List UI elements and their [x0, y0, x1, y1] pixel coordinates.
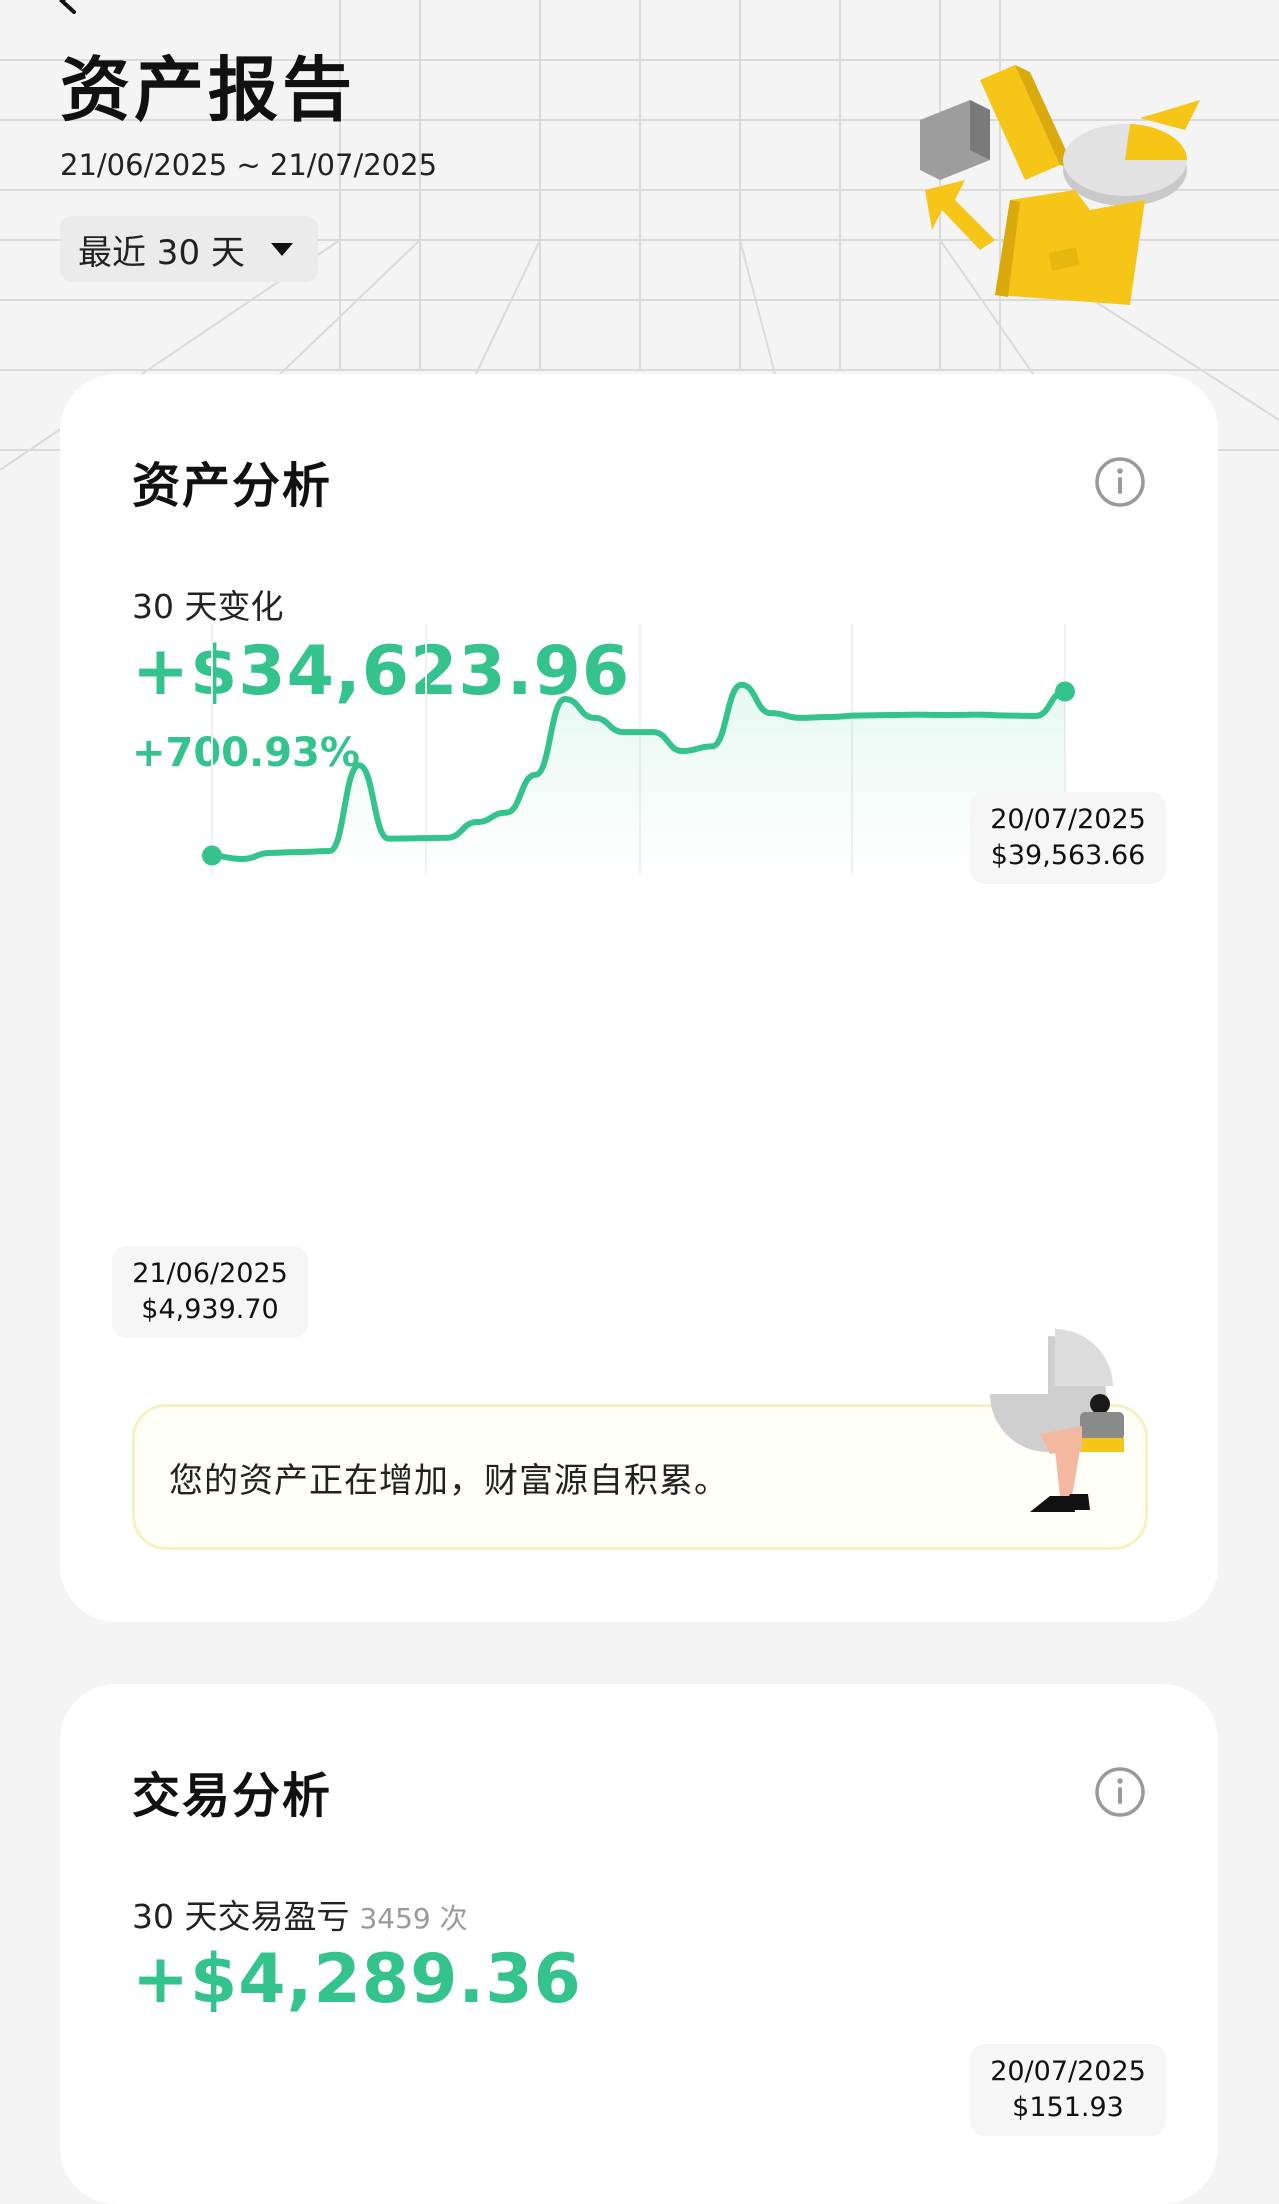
start-value: $4,939.70	[141, 1294, 279, 1325]
trade-end-date: 20/07/2025	[990, 2056, 1146, 2087]
page-title: 资产报告	[60, 49, 356, 131]
caret-down-icon	[270, 242, 293, 256]
report-header: 资产报告 21/06/2025 ~ 21/07/2025 最近 30 天	[0, 0, 1279, 380]
trade-pnl-label-text: 30 天交易盈亏	[132, 1897, 350, 1936]
trade-pnl-value: +$4,289.36	[132, 1940, 582, 2019]
asset-message-text: 您的资产正在增加，财富源自积累。	[169, 1460, 729, 1501]
trade-end-tooltip: 20/07/2025 $151.93	[970, 2044, 1166, 2136]
trade-count: 3459 次	[359, 1902, 468, 1935]
start-date: 21/06/2025	[132, 1258, 288, 1289]
end-value: $39,563.66	[990, 840, 1146, 871]
info-icon[interactable]	[1094, 1766, 1146, 1818]
back-arrow-icon[interactable]	[54, 0, 84, 16]
trade-end-value: $151.93	[1012, 2092, 1124, 2123]
trade-pnl-label: 30 天交易盈亏 3459 次	[132, 1890, 468, 1938]
trade-card-title: 交易分析	[132, 1768, 333, 1824]
chart-end-tooltip: 20/07/2025 $39,563.66	[970, 792, 1166, 884]
chart-end-point[interactable]	[1055, 681, 1075, 702]
trade-analysis-card: 交易分析 30 天交易盈亏 3459 次 +$4,289.36 20/07/202…	[60, 1684, 1218, 2204]
report-illustration	[920, 65, 1200, 305]
period-select[interactable]: 最近 30 天	[60, 216, 318, 282]
date-range: 21/06/2025 ~ 21/07/2025	[60, 148, 438, 182]
chart-start-point[interactable]	[202, 845, 222, 866]
asset-analysis-card: 资产分析 30 天变化 +$34,623.96 +700.93% 20/07/2…	[60, 374, 1218, 1622]
period-select-label: 最近 30 天	[78, 232, 245, 273]
end-date: 20/07/2025	[990, 804, 1146, 835]
chart-start-tooltip: 21/06/2025 $4,939.70	[112, 1246, 308, 1338]
person-with-pie-illustration	[990, 1329, 1124, 1512]
